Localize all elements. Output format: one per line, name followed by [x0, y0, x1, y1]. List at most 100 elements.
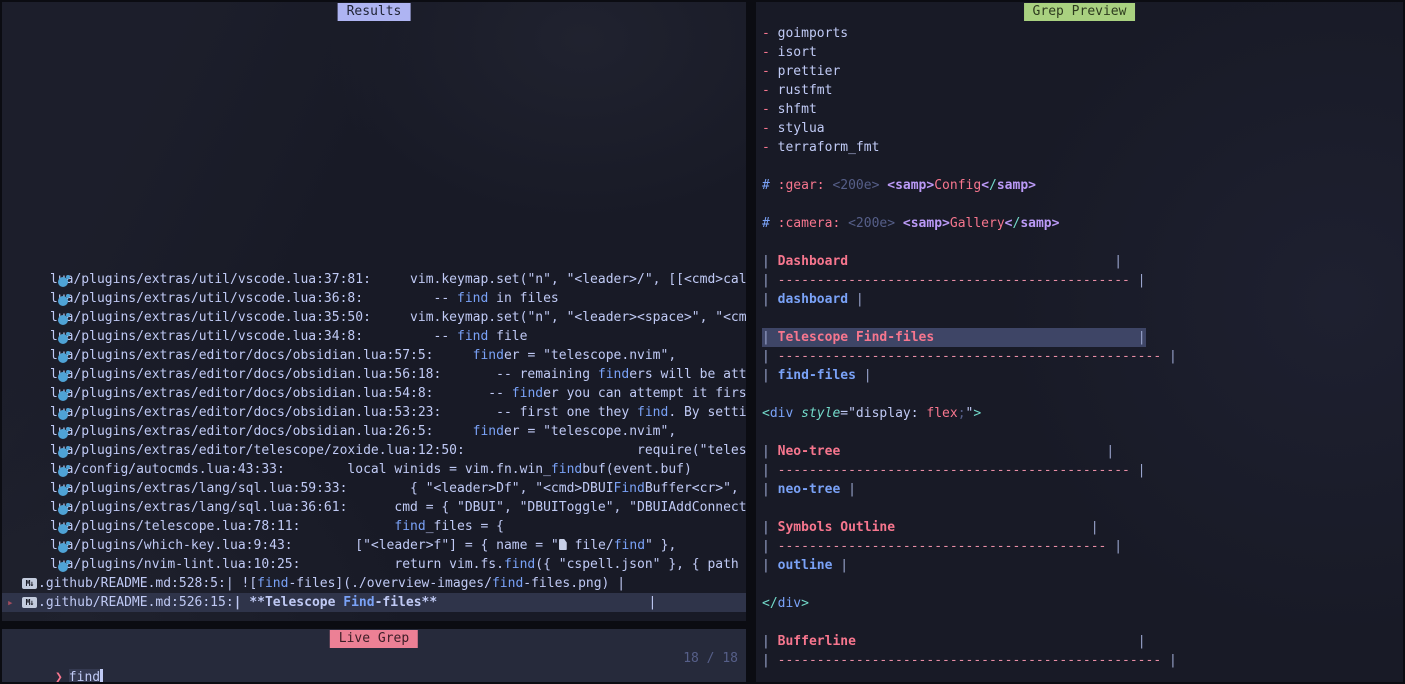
markdown-icon: M↓	[22, 578, 37, 589]
result-text: lua/plugins/extras/util/vscode.lua:37:81…	[50, 270, 746, 289]
preview-line-text: # :camera: <200e> <samp>Gallery</samp>	[762, 214, 1059, 233]
search-input[interactable]: find	[69, 669, 100, 682]
result-row[interactable]: lua/plugins/extras/editor/telescope/zoxi…	[2, 441, 746, 460]
lua-icon	[58, 275, 70, 287]
preview-line-text: - isort	[762, 43, 817, 62]
text-segment: find	[637, 405, 668, 420]
result-row[interactable]: lua/plugins/extras/editor/docs/obsidian.…	[2, 346, 746, 365]
preview-line	[756, 423, 1403, 442]
text-segment: ----------------------------------------…	[778, 653, 1162, 668]
prompt-line[interactable]: ❯find 18 / 18	[8, 649, 738, 668]
result-text: lua/plugins/extras/util/vscode.lua:34:8:…	[50, 327, 527, 346]
text-segment: |	[649, 595, 657, 610]
preview-line: | outline |	[756, 556, 1403, 575]
text-segment: -	[762, 140, 778, 155]
lua-icon	[58, 294, 70, 306]
result-row[interactable]: lua/plugins/which-key.lua:9:43: ["<leade…	[2, 536, 746, 555]
prompt-caret-icon: ❯	[55, 670, 63, 682]
result-row[interactable]: lua/plugins/extras/util/vscode.lua:35:50…	[2, 308, 746, 327]
text-segment: lua/plugins/extras/lang/sql.lua:36:61:	[50, 500, 347, 515]
text-segment: ["<leader>f"] = { name = "	[293, 538, 559, 553]
result-row[interactable]: lua/plugins/telescope.lua:78:11: find_fi…	[2, 517, 746, 536]
text-segment	[840, 216, 848, 231]
preview-line-text: </div>	[762, 594, 809, 613]
text-segment: -- remaining	[441, 367, 598, 382]
text-segment	[434, 424, 473, 439]
text-segment: #	[762, 178, 778, 193]
result-row[interactable]: lua/plugins/extras/editor/docs/obsidian.…	[2, 422, 746, 441]
text-segment: |	[762, 330, 778, 345]
text-segment: Gallery	[950, 216, 1005, 231]
result-row[interactable]: lua/plugins/extras/util/vscode.lua:36:8:…	[2, 289, 746, 308]
result-row[interactable]: lua/plugins/extras/lang/sql.lua:59:33: {…	[2, 479, 746, 498]
text-segment	[300, 519, 394, 534]
text-segment: Config	[934, 178, 981, 193]
result-row[interactable]: lua/plugins/extras/util/vscode.lua:37:81…	[2, 270, 746, 289]
preview-line: - shfmt	[756, 100, 1403, 119]
text-segment: |	[762, 254, 778, 269]
preview-line	[756, 195, 1403, 214]
text-segment: er you can attempt it first.	[543, 386, 746, 401]
telescope-live-grep-picker: Results lua/plugins/extras/util/vscode.l…	[0, 0, 1405, 684]
result-row[interactable]: ▸M↓.github/README.md:526:15:| **Telescop…	[2, 593, 746, 612]
lua-icon	[58, 408, 70, 420]
text-segment: find	[614, 538, 645, 553]
text-segment: | **Telescope	[234, 595, 344, 610]
text-segment: |	[1106, 539, 1122, 554]
result-text: lua/plugins/extras/editor/docs/obsidian.…	[50, 403, 746, 422]
preview-line: | --------------------------------------…	[756, 537, 1403, 556]
text-segment: |	[762, 463, 778, 478]
preview-line: | --------------------------------------…	[756, 347, 1403, 366]
text-segment	[840, 444, 1106, 459]
text-segment: |	[840, 482, 856, 497]
result-row[interactable]: M↓.github/README.md:528:5:| ![find-files…	[2, 574, 746, 593]
result-text: lua/plugins/extras/lang/sql.lua:36:61: c…	[50, 498, 746, 517]
result-row[interactable]: lua/plugins/extras/editor/docs/obsidian.…	[2, 403, 746, 422]
result-text: lua/plugins/extras/util/vscode.lua:36:8:…	[50, 289, 559, 308]
preview-line: | find-files |	[756, 366, 1403, 385]
preview-line: # :gear: <200e> <samp>Config</samp>	[756, 176, 1403, 195]
text-segment: |	[1138, 634, 1146, 649]
result-text: lua/plugins/extras/lang/sql.lua:59:33: {…	[50, 479, 746, 498]
text-segment: |	[1130, 273, 1146, 288]
text-segment: er = "telescope.nvim",	[504, 424, 676, 439]
text-segment: . By setting	[668, 405, 746, 420]
preview-line-text: | outline |	[762, 556, 848, 575]
text-segment: find	[551, 462, 582, 477]
text-segment: |	[856, 368, 872, 383]
result-row[interactable]: lua/plugins/extras/util/vscode.lua:34:8:…	[2, 327, 746, 346]
preview-line-text: # :gear: <200e> <samp>Config</samp>	[762, 176, 1036, 195]
text-segment: find	[257, 576, 288, 591]
text-segment: <200e>	[848, 216, 895, 231]
text-segment	[895, 520, 1091, 535]
result-row[interactable]: lua/plugins/extras/editor/docs/obsidian.…	[2, 384, 746, 403]
preview-line: # :camera: <200e> <samp>Gallery</samp>	[756, 214, 1403, 233]
text-segment: <samp>	[903, 216, 950, 231]
text-segment: isort	[778, 45, 817, 60]
results-panel: Results lua/plugins/extras/util/vscode.l…	[2, 2, 746, 621]
lua-icon	[58, 389, 70, 401]
text-segment: vim.keymap.set("n", "<leader><space>", "…	[371, 310, 746, 325]
lua-icon	[58, 427, 70, 439]
result-row[interactable]: lua/config/autocmds.lua:43:33: local win…	[2, 460, 746, 479]
result-row[interactable]: lua/plugins/extras/editor/docs/obsidian.…	[2, 365, 746, 384]
text-segment: ;	[958, 406, 966, 421]
text-segment: er = "telescope.nvim",	[504, 348, 676, 363]
preview-line: - goimports	[756, 24, 1403, 43]
preview-line: | --------------------------------------…	[756, 271, 1403, 290]
text-segment: -	[762, 45, 778, 60]
text-segment: file	[488, 329, 527, 344]
text-segment: --	[363, 329, 457, 344]
text-segment: file/	[567, 538, 614, 553]
text-segment: |	[1161, 653, 1177, 668]
text-segment: lua/plugins/extras/lang/sql.lua:59:33:	[50, 481, 347, 496]
result-row[interactable]: lua/plugins/extras/lang/sql.lua:36:61: c…	[2, 498, 746, 517]
text-segment: |	[1138, 330, 1146, 345]
text-segment: <	[1005, 216, 1013, 231]
text-segment	[793, 406, 801, 421]
text-segment: find	[394, 519, 425, 534]
preview-line-text: | --------------------------------------…	[762, 537, 1122, 556]
result-row[interactable]: lua/plugins/nvim-lint.lua:10:25: return …	[2, 555, 746, 574]
result-text: lua/plugins/extras/editor/docs/obsidian.…	[50, 365, 746, 384]
text-segment: Find	[614, 481, 645, 496]
